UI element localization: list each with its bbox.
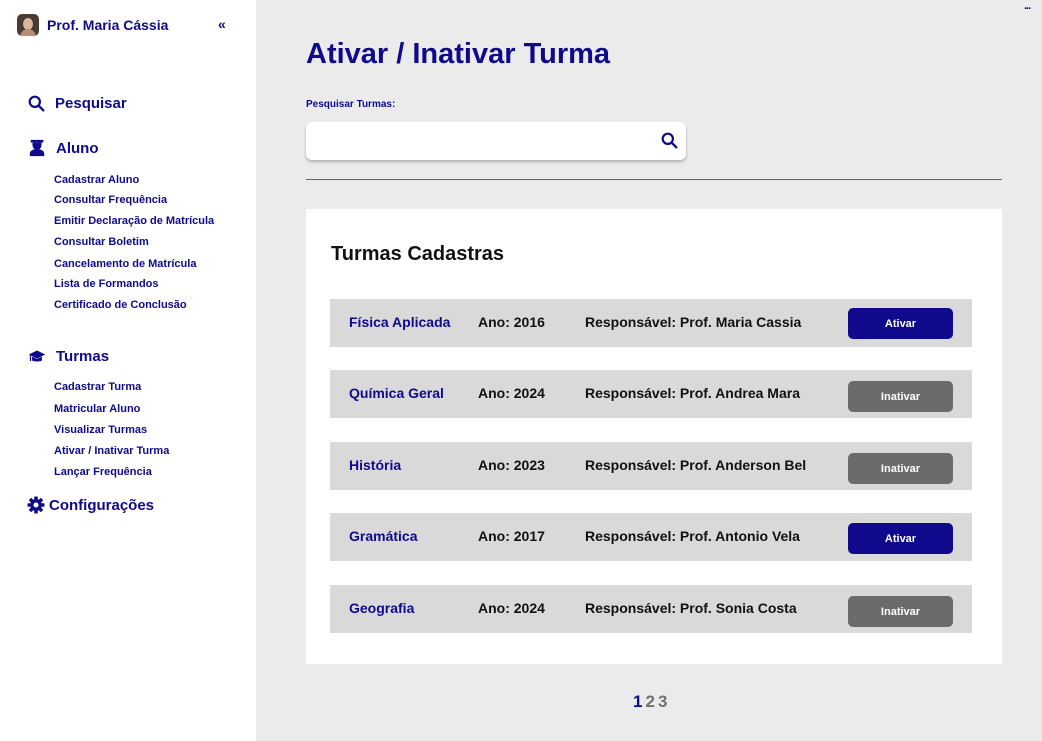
page-3-link[interactable]: 3 (658, 692, 667, 712)
turma-responsavel: Responsável: Prof. Anderson Bel (585, 457, 807, 473)
sidebar-item-emitir-declaracao[interactable]: Emitir Declaração de Matrícula (54, 214, 214, 228)
turma-year: Ano: 2024 (478, 600, 545, 616)
sidebar-item-consultar-boletim[interactable]: Consultar Boletim (54, 235, 149, 249)
page-1-link[interactable]: 1 (633, 692, 642, 712)
profile-name: Prof. Maria Cássia (47, 17, 169, 33)
student-icon (29, 139, 45, 157)
sidebar-item-lancar-frequencia[interactable]: Lançar Frequência (54, 465, 152, 479)
turma-responsavel: Responsável: Prof. Maria Cassia (585, 314, 802, 330)
search-icon[interactable] (661, 132, 678, 149)
turma-row: Gramática Ano: 2017 Responsável: Prof. A… (330, 513, 972, 561)
collapse-sidebar-button[interactable]: « (218, 16, 226, 32)
ativar-button[interactable]: Ativar (848, 523, 953, 554)
sidebar-item-matricular-aluno[interactable]: Matricular Aluno (54, 402, 140, 416)
nav-turmas[interactable]: Turmas (28, 348, 109, 365)
nav-search[interactable]: Pesquisar (28, 95, 127, 112)
nav-configuracoes[interactable]: Configurações (27, 496, 154, 514)
nav-aluno-label: Aluno (56, 139, 99, 157)
nav-configuracoes-label: Configurações (49, 496, 155, 514)
inativar-button[interactable]: Inativar (848, 453, 953, 484)
sidebar: Prof. Maria Cássia « Pesquisar Aluno Cad… (0, 0, 256, 741)
gear-icon (27, 496, 45, 514)
more-options-button[interactable]: ... (1024, 0, 1031, 12)
turma-year: Ano: 2017 (478, 528, 545, 544)
avatar (17, 14, 39, 36)
turma-row: História Ano: 2023 Responsável: Prof. An… (330, 442, 972, 490)
turma-responsavel: Responsável: Prof. Antonio Vela (585, 528, 800, 544)
search-input[interactable] (306, 122, 636, 160)
nav-turmas-label: Turmas (56, 348, 110, 365)
turma-year: Ano: 2023 (478, 457, 545, 473)
turma-year: Ano: 2024 (478, 385, 545, 401)
nav-aluno[interactable]: Aluno (28, 139, 99, 157)
turma-year: Ano: 2016 (478, 314, 545, 330)
divider (306, 179, 1002, 180)
turma-name: História (349, 457, 402, 473)
pagination: 1 2 3 (633, 692, 667, 712)
inativar-button[interactable]: Inativar (848, 596, 953, 627)
turma-responsavel: Responsável: Prof. Andrea Mara (585, 385, 800, 401)
turma-row: Física Aplicada Ano: 2016 Responsável: P… (330, 299, 972, 347)
turma-name: Física Aplicada (349, 314, 451, 330)
inativar-button[interactable]: Inativar (848, 381, 953, 412)
ativar-button[interactable]: Ativar (848, 308, 953, 339)
sidebar-item-consultar-frequencia[interactable]: Consultar Frequência (54, 193, 167, 207)
graduation-cap-icon (28, 349, 46, 361)
sidebar-item-cadastrar-turma[interactable]: Cadastrar Turma (54, 380, 141, 394)
search-icon (28, 95, 45, 112)
sidebar-item-cancelamento-matricula[interactable]: Cancelamento de Matrícula (54, 257, 196, 271)
sidebar-item-certificado-conclusao[interactable]: Certificado de Conclusão (54, 298, 187, 312)
page-2-link[interactable]: 2 (645, 692, 654, 712)
sidebar-item-lista-formandos[interactable]: Lista de Formandos (54, 277, 159, 291)
nav-search-label: Pesquisar (55, 95, 127, 112)
turma-name: Gramática (349, 528, 418, 544)
profile[interactable]: Prof. Maria Cássia (17, 14, 168, 36)
sidebar-item-visualizar-turmas[interactable]: Visualizar Turmas (54, 423, 147, 437)
turma-row: Geografia Ano: 2024 Responsável: Prof. S… (330, 585, 972, 633)
search-box (306, 122, 686, 160)
turma-name: Química Geral (349, 385, 444, 401)
page-title: Ativar / Inativar Turma (306, 38, 611, 70)
sidebar-item-ativar-inativar-turma[interactable]: Ativar / Inativar Turma (54, 444, 169, 458)
turma-row: Química Geral Ano: 2024 Responsável: Pro… (330, 370, 972, 418)
turma-responsavel: Responsável: Prof. Sonia Costa (585, 600, 797, 616)
turma-name: Geografia (349, 600, 415, 616)
sidebar-item-cadastrar-aluno[interactable]: Cadastrar Aluno (54, 173, 139, 187)
turmas-panel: Turmas Cadastras Física Aplicada Ano: 20… (306, 209, 1002, 664)
panel-title: Turmas Cadastras (331, 243, 505, 265)
search-label: Pesquisar Turmas: (306, 99, 396, 110)
